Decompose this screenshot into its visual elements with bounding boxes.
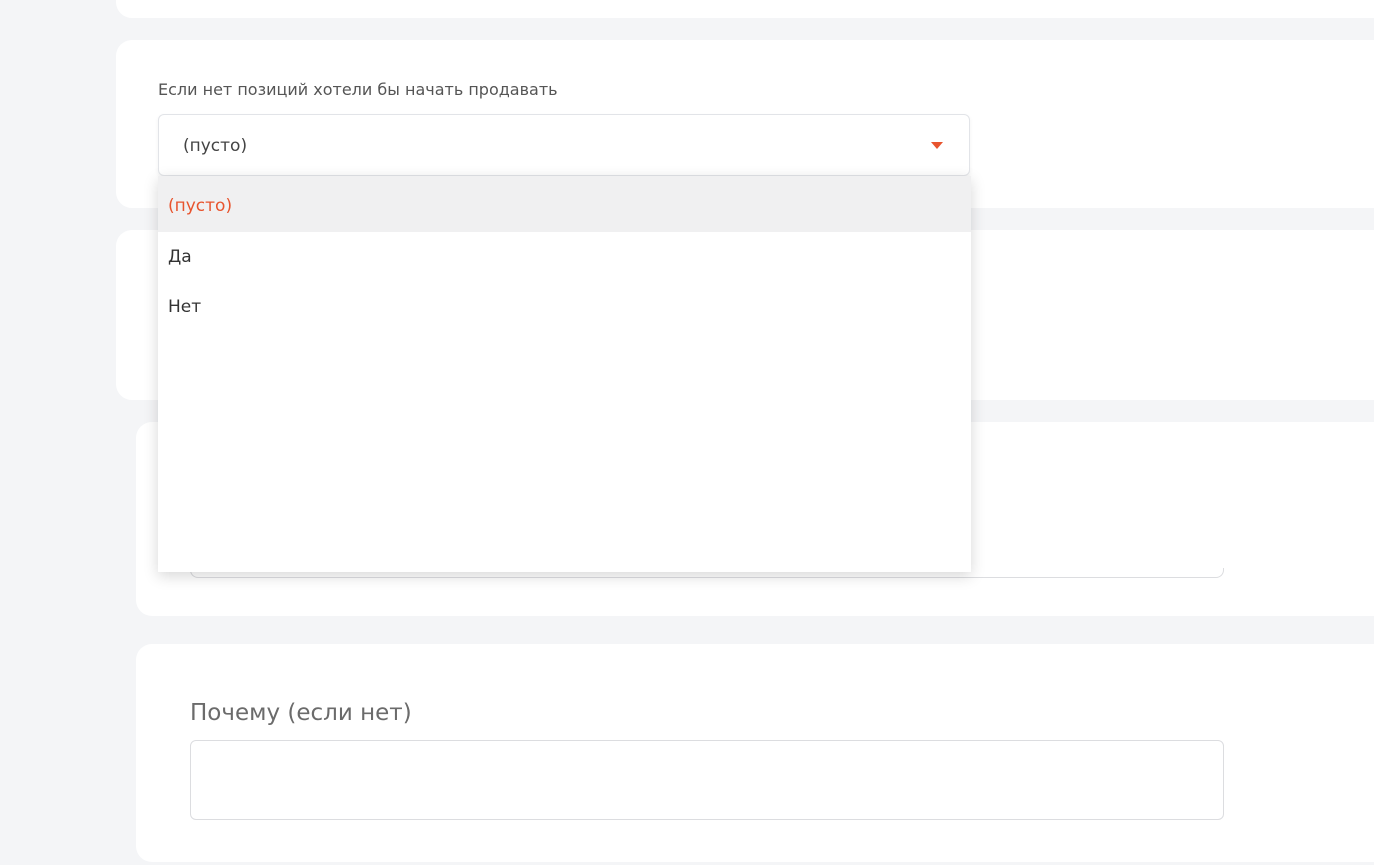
select-option-yes[interactable]: Да [158, 232, 971, 282]
sell-question-label: Если нет позиций хотели бы начать продав… [158, 80, 558, 99]
caret-down-icon[interactable] [931, 142, 943, 149]
sell-question-select[interactable]: (пусто) [158, 114, 970, 176]
why-question-label: Почему (если нет) [190, 700, 412, 726]
why-question-input[interactable] [190, 740, 1224, 820]
select-dropdown-list: (пусто) Да Нет [158, 176, 971, 572]
select-current-value: (пусто) [183, 136, 248, 156]
select-option-empty[interactable]: (пусто) [158, 176, 971, 232]
select-option-no[interactable]: Нет [158, 282, 971, 332]
form-card-previous [116, 0, 1374, 18]
